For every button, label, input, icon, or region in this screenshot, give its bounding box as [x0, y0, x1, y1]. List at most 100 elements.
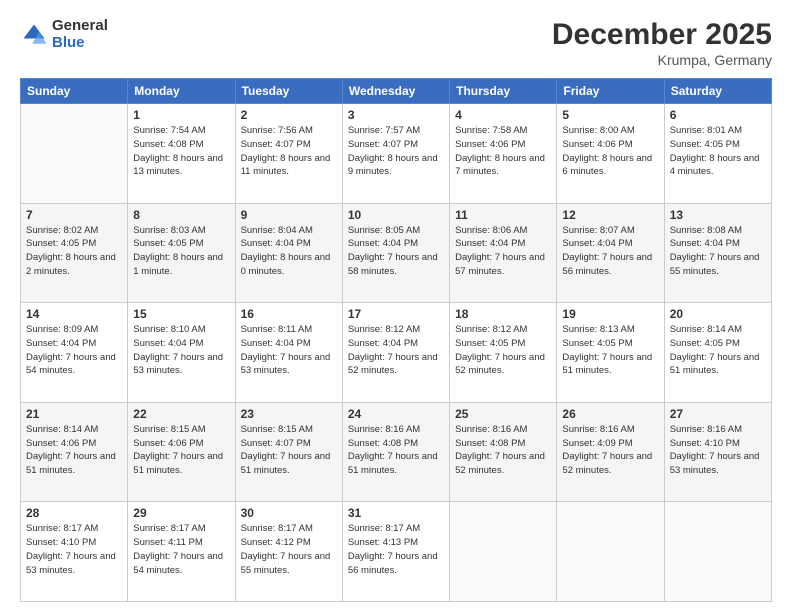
day-info: Sunrise: 8:13 AMSunset: 4:05 PMDaylight:…	[562, 323, 658, 378]
calendar-cell: 20Sunrise: 8:14 AMSunset: 4:05 PMDayligh…	[664, 303, 771, 403]
logo-text: General Blue	[52, 18, 108, 51]
weekday-header: Saturday	[664, 79, 771, 104]
weekday-header: Thursday	[450, 79, 557, 104]
day-number: 9	[241, 208, 337, 222]
day-number: 27	[670, 407, 766, 421]
header: General Blue December 2025 Krumpa, Germa…	[20, 18, 772, 68]
calendar-cell	[21, 104, 128, 204]
day-info: Sunrise: 8:03 AMSunset: 4:05 PMDaylight:…	[133, 224, 229, 279]
day-info: Sunrise: 8:12 AMSunset: 4:04 PMDaylight:…	[348, 323, 444, 378]
calendar-table: SundayMondayTuesdayWednesdayThursdayFrid…	[20, 78, 772, 602]
calendar-cell: 28 Sunrise: 8:17 AMSunset: 4:10 PMDayligh…	[21, 502, 128, 602]
page: General Blue December 2025 Krumpa, Germa…	[0, 0, 792, 612]
day-info: Sunrise: 8:17 AMSunset: 4:11 PMDaylight:…	[133, 522, 229, 577]
calendar-cell: 8 Sunrise: 8:03 AMSunset: 4:05 PMDaylight…	[128, 203, 235, 303]
day-number: 2	[241, 108, 337, 122]
day-info: Sunrise: 8:05 AMSunset: 4:04 PMDaylight:…	[348, 224, 444, 279]
calendar-cell: 4Sunrise: 7:58 AMSunset: 4:06 PMDaylight…	[450, 104, 557, 204]
calendar-week-row: 14Sunrise: 8:09 AMSunset: 4:04 PMDayligh…	[21, 303, 772, 403]
day-info: Sunrise: 8:16 AMSunset: 4:09 PMDaylight:…	[562, 423, 658, 478]
day-info: Sunrise: 8:08 AMSunset: 4:04 PMDaylight:…	[670, 224, 766, 279]
calendar-cell: 16 Sunrise: 8:11 AMSunset: 4:04 PMDayligh…	[235, 303, 342, 403]
day-number: 10	[348, 208, 444, 222]
day-number: 29	[133, 506, 229, 520]
calendar-cell	[664, 502, 771, 602]
calendar-week-row: 21 Sunrise: 8:14 AMSunset: 4:06 PMDayligh…	[21, 402, 772, 502]
calendar-cell	[557, 502, 664, 602]
logo-general-text: General	[52, 18, 108, 35]
day-info: Sunrise: 7:58 AMSunset: 4:06 PMDaylight:…	[455, 124, 551, 179]
day-number: 11	[455, 208, 551, 222]
calendar-cell: 25Sunrise: 8:16 AMSunset: 4:08 PMDayligh…	[450, 402, 557, 502]
day-info: Sunrise: 8:11 AMSunset: 4:04 PMDaylight:…	[241, 323, 337, 378]
calendar-cell: 21 Sunrise: 8:14 AMSunset: 4:06 PMDayligh…	[21, 402, 128, 502]
day-number: 21	[26, 407, 122, 421]
day-info: Sunrise: 8:02 AMSunset: 4:05 PMDaylight:…	[26, 224, 122, 279]
calendar-cell: 5Sunrise: 8:00 AMSunset: 4:06 PMDaylight…	[557, 104, 664, 204]
calendar-cell: 24Sunrise: 8:16 AMSunset: 4:08 PMDayligh…	[342, 402, 449, 502]
day-info: Sunrise: 8:10 AMSunset: 4:04 PMDaylight:…	[133, 323, 229, 378]
calendar-cell: 7Sunrise: 8:02 AMSunset: 4:05 PMDaylight…	[21, 203, 128, 303]
calendar-cell: 23 Sunrise: 8:15 AMSunset: 4:07 PMDayligh…	[235, 402, 342, 502]
calendar-cell: 1 Sunrise: 7:54 AMSunset: 4:08 PMDaylight…	[128, 104, 235, 204]
day-number: 19	[562, 307, 658, 321]
calendar-cell: 30Sunrise: 8:17 AMSunset: 4:12 PMDayligh…	[235, 502, 342, 602]
calendar-cell: 27 Sunrise: 8:16 AMSunset: 4:10 PMDayligh…	[664, 402, 771, 502]
day-number: 28	[26, 506, 122, 520]
day-number: 15	[133, 307, 229, 321]
day-info: Sunrise: 8:17 AMSunset: 4:10 PMDaylight:…	[26, 522, 122, 577]
day-info: Sunrise: 7:54 AMSunset: 4:08 PMDaylight:…	[133, 124, 229, 179]
day-number: 30	[241, 506, 337, 520]
day-info: Sunrise: 8:12 AMSunset: 4:05 PMDaylight:…	[455, 323, 551, 378]
day-info: Sunrise: 8:15 AMSunset: 4:07 PMDaylight:…	[241, 423, 337, 478]
day-number: 16	[241, 307, 337, 321]
day-info: Sunrise: 8:17 AMSunset: 4:13 PMDaylight:…	[348, 522, 444, 577]
day-info: Sunrise: 7:56 AMSunset: 4:07 PMDaylight:…	[241, 124, 337, 179]
calendar-cell	[450, 502, 557, 602]
day-info: Sunrise: 8:16 AMSunset: 4:10 PMDaylight:…	[670, 423, 766, 478]
day-info: Sunrise: 8:14 AMSunset: 4:06 PMDaylight:…	[26, 423, 122, 478]
calendar-cell: 11 Sunrise: 8:06 AMSunset: 4:04 PMDayligh…	[450, 203, 557, 303]
calendar-cell: 14Sunrise: 8:09 AMSunset: 4:04 PMDayligh…	[21, 303, 128, 403]
day-info: Sunrise: 8:04 AMSunset: 4:04 PMDaylight:…	[241, 224, 337, 279]
weekday-header: Wednesday	[342, 79, 449, 104]
day-info: Sunrise: 7:57 AMSunset: 4:07 PMDaylight:…	[348, 124, 444, 179]
calendar-week-row: 28 Sunrise: 8:17 AMSunset: 4:10 PMDayligh…	[21, 502, 772, 602]
day-number: 18	[455, 307, 551, 321]
day-number: 14	[26, 307, 122, 321]
day-number: 26	[562, 407, 658, 421]
calendar-cell: 31Sunrise: 8:17 AMSunset: 4:13 PMDayligh…	[342, 502, 449, 602]
day-info: Sunrise: 8:16 AMSunset: 4:08 PMDaylight:…	[455, 423, 551, 478]
calendar-cell: 26 Sunrise: 8:16 AMSunset: 4:09 PMDayligh…	[557, 402, 664, 502]
weekday-header: Tuesday	[235, 79, 342, 104]
day-number: 22	[133, 407, 229, 421]
day-number: 8	[133, 208, 229, 222]
calendar-cell: 22 Sunrise: 8:15 AMSunset: 4:06 PMDayligh…	[128, 402, 235, 502]
title-block: December 2025 Krumpa, Germany	[552, 18, 772, 68]
day-number: 20	[670, 307, 766, 321]
calendar-cell: 17 Sunrise: 8:12 AMSunset: 4:04 PMDayligh…	[342, 303, 449, 403]
calendar-cell: 13 Sunrise: 8:08 AMSunset: 4:04 PMDayligh…	[664, 203, 771, 303]
calendar-cell: 12Sunrise: 8:07 AMSunset: 4:04 PMDayligh…	[557, 203, 664, 303]
weekday-header: Sunday	[21, 79, 128, 104]
day-number: 23	[241, 407, 337, 421]
day-number: 13	[670, 208, 766, 222]
location: Krumpa, Germany	[552, 52, 772, 68]
logo-blue-text: Blue	[52, 35, 108, 52]
day-number: 17	[348, 307, 444, 321]
day-number: 12	[562, 208, 658, 222]
day-info: Sunrise: 8:16 AMSunset: 4:08 PMDaylight:…	[348, 423, 444, 478]
weekday-header: Friday	[557, 79, 664, 104]
day-number: 1	[133, 108, 229, 122]
calendar-cell: 3 Sunrise: 7:57 AMSunset: 4:07 PMDaylight…	[342, 104, 449, 204]
day-number: 5	[562, 108, 658, 122]
calendar-cell: 9 Sunrise: 8:04 AMSunset: 4:04 PMDaylight…	[235, 203, 342, 303]
calendar-cell: 19 Sunrise: 8:13 AMSunset: 4:05 PMDayligh…	[557, 303, 664, 403]
day-info: Sunrise: 8:15 AMSunset: 4:06 PMDaylight:…	[133, 423, 229, 478]
day-number: 3	[348, 108, 444, 122]
calendar-cell: 18 Sunrise: 8:12 AMSunset: 4:05 PMDayligh…	[450, 303, 557, 403]
day-info: Sunrise: 8:06 AMSunset: 4:04 PMDaylight:…	[455, 224, 551, 279]
weekday-header: Monday	[128, 79, 235, 104]
logo: General Blue	[20, 18, 108, 51]
calendar-week-row: 1 Sunrise: 7:54 AMSunset: 4:08 PMDaylight…	[21, 104, 772, 204]
